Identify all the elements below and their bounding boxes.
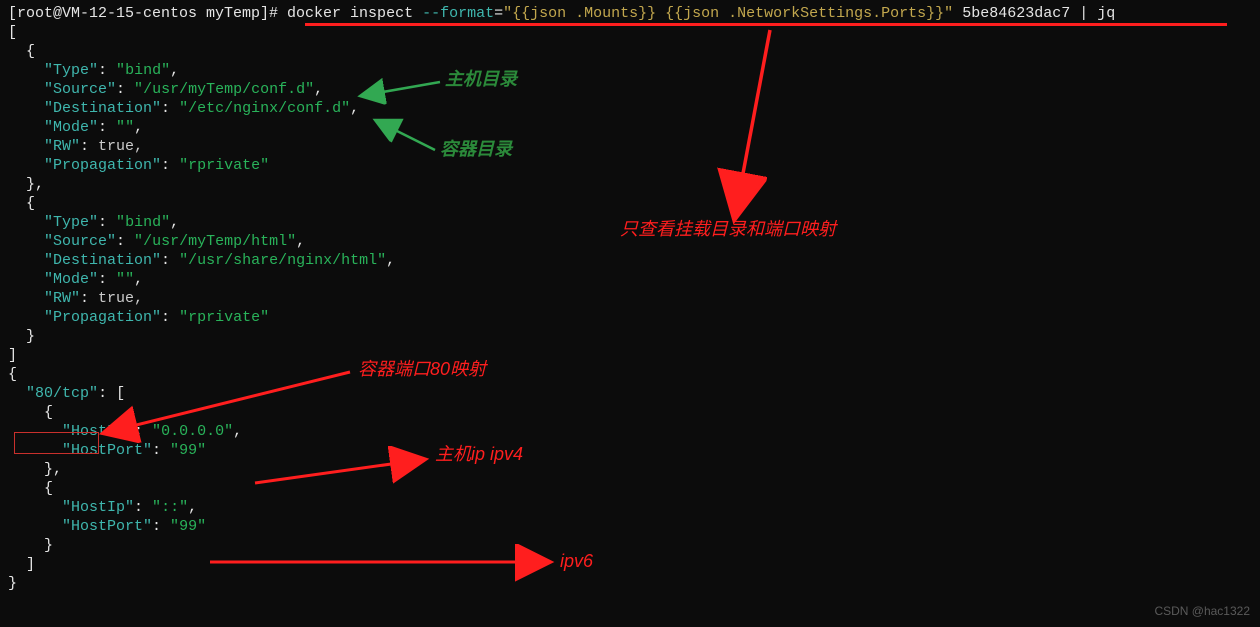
prompt: [root@VM-12-15-centos myTemp]# — [8, 5, 287, 22]
watermark: CSDN @hac1322 — [1154, 602, 1250, 621]
command-line: [root@VM-12-15-centos myTemp]# docker in… — [0, 4, 1260, 23]
port-key-highlight — [14, 432, 99, 454]
anno-ipv6: ipv6 — [560, 552, 593, 571]
anno-port80: 容器端口80映射 — [358, 360, 486, 379]
cmd-eq: = — [494, 5, 503, 22]
anno-only-view: 只查看挂载目录和端口映射 — [620, 220, 836, 239]
command-underline — [305, 23, 1227, 26]
cmd-docker: docker inspect — [287, 5, 422, 22]
cmd-tail: 5be84623dac7 | jq — [953, 5, 1115, 22]
anno-container-dir: 容器目录 — [440, 140, 512, 159]
anno-host-dir: 主机目录 — [445, 70, 517, 89]
cmd-arg: "{{json .Mounts}} {{json .NetworkSetting… — [503, 5, 953, 22]
anno-hostip-v4: 主机ip ipv4 — [435, 445, 523, 464]
cmd-flag: --format — [422, 5, 494, 22]
terminal-output: [root@VM-12-15-centos myTemp]# docker in… — [0, 4, 1260, 593]
